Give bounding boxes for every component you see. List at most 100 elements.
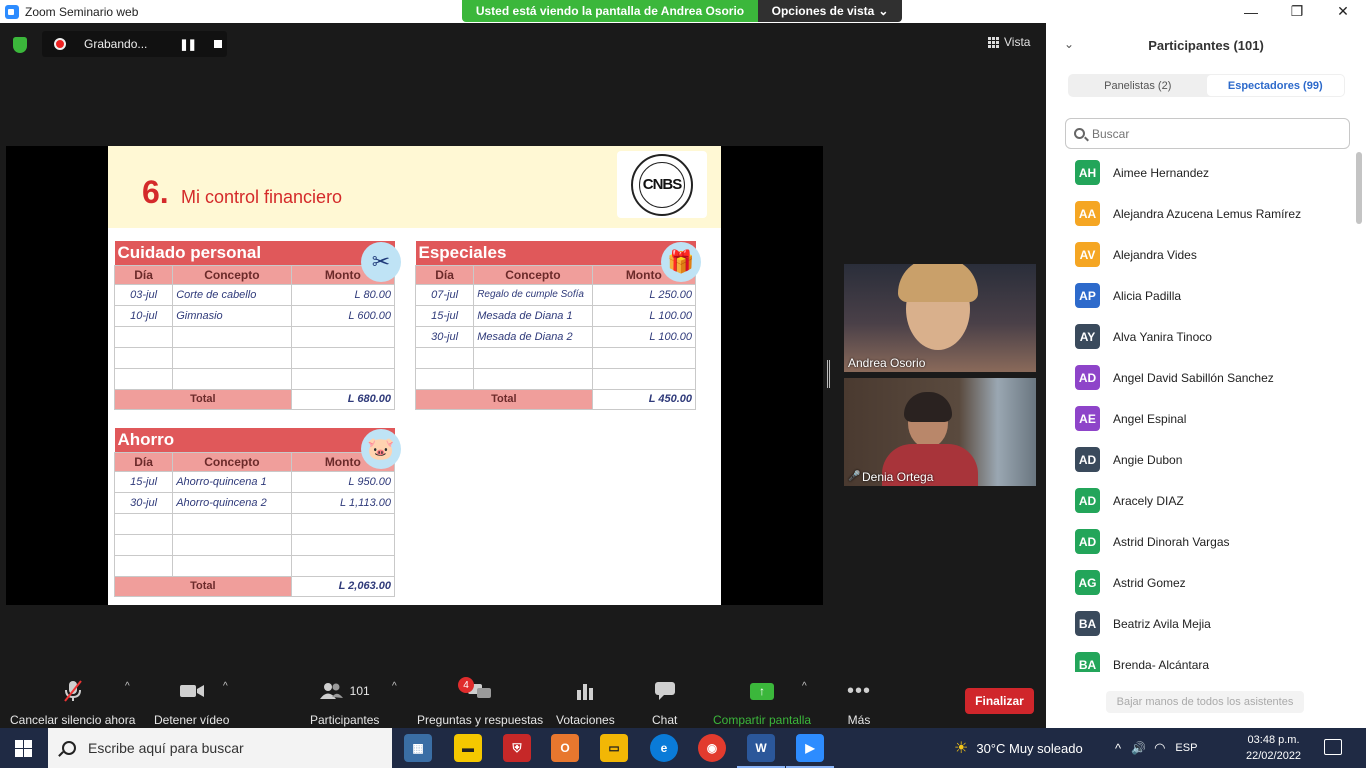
video-tile-denia[interactable]: 🎤 Denia Ortega: [844, 378, 1036, 486]
edge-browser-icon[interactable]: e: [650, 734, 678, 762]
share-banner-message: Usted está viendo la pantalla de Andrea …: [462, 0, 758, 22]
notifications-icon[interactable]: [1324, 739, 1342, 755]
participants-panel: ⌄ Participantes (101) Panelistas (2) Esp…: [1046, 23, 1366, 728]
avatar: AD: [1075, 365, 1100, 390]
share-options-caret[interactable]: ^: [802, 681, 807, 692]
participant-row[interactable]: AD Astrid Dinorah Vargas: [1046, 521, 1356, 562]
view-button[interactable]: Vista: [988, 35, 1030, 49]
cell-concept: Gimnasio: [172, 304, 292, 327]
slide-header: 6. Mi control financiero CNBS: [108, 146, 721, 228]
participant-row[interactable]: AA Alejandra Azucena Lemus Ramírez: [1046, 193, 1356, 234]
language-indicator[interactable]: ESP: [1175, 742, 1197, 754]
table-row: [113, 554, 396, 577]
avatar: AD: [1075, 529, 1100, 554]
taskbar-search[interactable]: Escribe aquí para buscar: [48, 728, 392, 768]
search-input[interactable]: [1092, 126, 1332, 141]
weather-widget[interactable]: ☀ 30°C Muy soleado: [954, 728, 1083, 768]
participant-row[interactable]: AD Angie Dubon: [1046, 439, 1356, 480]
avatar: AD: [1075, 488, 1100, 513]
cell-concept: [473, 367, 593, 390]
video-options-caret[interactable]: ^: [223, 681, 228, 692]
participant-search[interactable]: [1065, 118, 1350, 149]
taskbar-clock[interactable]: 03:48 p.m. 22/02/2022: [1246, 732, 1301, 764]
security-app-icon[interactable]: ⛨: [503, 734, 531, 762]
participant-name: Denia Ortega: [862, 470, 934, 484]
participant-name: Alicia Padilla: [1113, 288, 1182, 303]
cell-day: [414, 367, 475, 390]
cell-amount: L 600.00: [290, 304, 396, 327]
chrome-browser-icon[interactable]: ◉: [698, 734, 726, 762]
volume-icon[interactable]: 🔊: [1131, 741, 1146, 755]
zoom-taskbar-icon[interactable]: ▶: [786, 734, 834, 768]
column-header-dia: Día: [414, 264, 475, 285]
participants-icon: 101: [319, 679, 370, 703]
cell-day: 15-jul: [414, 304, 475, 327]
more-button[interactable]: ••• Más: [847, 679, 871, 728]
chat-button[interactable]: Chat: [652, 679, 677, 727]
participant-tabs: Panelistas (2) Espectadores (99): [1068, 74, 1345, 97]
shared-screen: 6. Mi control financiero CNBS Cuidado pe…: [6, 146, 823, 605]
meeting-toolbar: Cancelar silencio ahora ^ Detener vídeo …: [0, 673, 1046, 728]
participant-row[interactable]: AD Aracely DIAZ: [1046, 480, 1356, 521]
participants-options-caret[interactable]: ^: [392, 681, 397, 692]
pause-recording-button[interactable]: ❚❚: [179, 38, 196, 51]
splitter-handle[interactable]: [827, 360, 830, 388]
video-name-label: Andrea Osorio: [848, 356, 925, 370]
cell-amount: [290, 325, 396, 348]
cell-concept: Regalo de cumple Sofía: [473, 283, 593, 306]
windows-start-icon[interactable]: [15, 740, 32, 757]
column-header-concepto: Concepto: [172, 264, 292, 285]
participant-row[interactable]: BA Beatriz Avila Mejia: [1046, 603, 1356, 644]
view-options-button[interactable]: Opciones de vista ⌄: [758, 0, 902, 22]
scrollbar-thumb[interactable]: [1356, 152, 1362, 224]
lower-all-hands-button[interactable]: Bajar manos de todos los asistentes: [1106, 691, 1304, 713]
word-app-icon[interactable]: W: [737, 734, 785, 768]
participant-row[interactable]: AY Alva Yanira Tinoco: [1046, 316, 1356, 357]
table-total-row: Total L 680.00: [114, 388, 396, 410]
outlook-app-icon[interactable]: O: [551, 734, 579, 762]
participants-button[interactable]: 101 Participantes: [310, 679, 379, 727]
audio-options-caret[interactable]: ^: [125, 681, 130, 692]
avatar: AD: [1075, 447, 1100, 472]
unmute-button[interactable]: Cancelar silencio ahora: [10, 679, 135, 727]
maximize-button[interactable]: ❐: [1274, 0, 1320, 23]
participant-row[interactable]: AH Aimee Hernandez: [1046, 152, 1356, 193]
share-screen-button[interactable]: ↑ Compartir pantalla: [713, 679, 811, 727]
network-icon[interactable]: ◠: [1154, 740, 1165, 756]
cell-day: 30-jul: [414, 325, 475, 348]
table-row: 15-jul Ahorro-quincena 1L 950.00: [113, 470, 396, 493]
sticky-notes-icon[interactable]: ▬: [454, 734, 482, 762]
tray-overflow-caret[interactable]: ^: [1115, 741, 1121, 756]
stop-video-button[interactable]: Detener vídeo: [154, 679, 229, 727]
bar-chart-icon: [576, 679, 594, 703]
cell-amount: [290, 533, 396, 556]
cell-day: 15-jul: [113, 470, 174, 493]
participant-row[interactable]: AV Alejandra Vides: [1046, 234, 1356, 275]
minimize-button[interactable]: —: [1228, 0, 1274, 23]
participant-list-scrollbar[interactable]: [1356, 152, 1362, 672]
tab-attendees[interactable]: Espectadores (99): [1206, 75, 1344, 96]
piggy-bank-icon: 🐷: [361, 429, 401, 469]
security-shield-icon[interactable]: [13, 37, 27, 53]
presentation-slide: 6. Mi control financiero CNBS Cuidado pe…: [108, 146, 721, 605]
clock-time: 03:48 p.m.: [1247, 734, 1300, 746]
cell-day: [113, 325, 174, 348]
file-explorer-icon[interactable]: ▭: [600, 734, 628, 762]
participant-row[interactable]: AE Angel Espinal: [1046, 398, 1356, 439]
table-row: 07-jul Regalo de cumple Sofía L 250.00: [414, 283, 697, 306]
participant-row[interactable]: BA Brenda- Alcántara: [1046, 644, 1356, 672]
end-meeting-button[interactable]: Finalizar: [965, 688, 1034, 714]
total-label: Total: [114, 388, 292, 410]
qa-button[interactable]: Preguntas y respuestas: [417, 679, 543, 727]
polls-button[interactable]: Votaciones: [556, 679, 615, 727]
stop-recording-button[interactable]: [213, 40, 222, 48]
cell-amount: [591, 346, 697, 369]
close-button[interactable]: ✕: [1320, 0, 1366, 23]
microsoft-store-icon[interactable]: ▦: [404, 734, 432, 762]
participant-row[interactable]: AP Alicia Padilla: [1046, 275, 1356, 316]
participant-row[interactable]: AD Angel David Sabillón Sanchez: [1046, 357, 1356, 398]
video-tile-andrea[interactable]: Andrea Osorio: [844, 264, 1036, 372]
tab-panelists[interactable]: Panelistas (2): [1069, 75, 1207, 96]
table-title: Ahorro: [114, 428, 395, 452]
participant-row[interactable]: AG Astrid Gomez: [1046, 562, 1356, 603]
